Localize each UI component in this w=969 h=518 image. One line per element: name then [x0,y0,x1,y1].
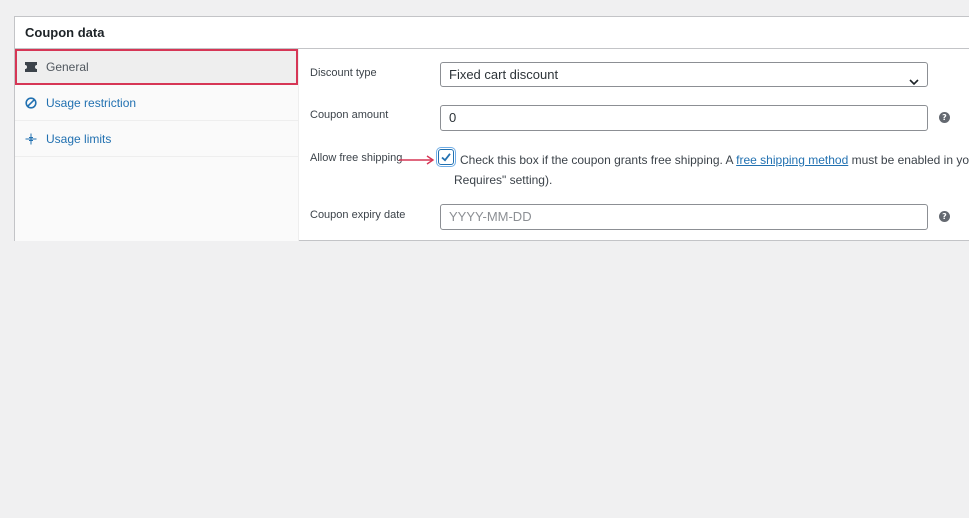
coupon-tabs-sidebar: General Usage restriction Usage limits [15,49,299,241]
coupon-amount-help-icon[interactable]: ? [939,112,950,123]
restriction-icon [24,96,38,110]
free-shipping-desc-line2: Requires" setting). [454,173,553,187]
expiry-date-label: Coupon expiry date [310,209,406,221]
tab-usage-limits-label: Usage limits [46,131,112,146]
panel-title: Coupon data [15,17,969,49]
free-shipping-label: Allow free shipping [310,152,403,164]
annotation-arrow-icon [399,152,435,170]
checkmark-icon [441,153,451,162]
ticket-icon [24,60,38,74]
expiry-date-help-icon[interactable]: ? [939,211,950,222]
tab-general-label: General [46,59,89,74]
discount-type-value: Fixed cart discount [449,67,559,82]
expiry-date-input[interactable]: YYYY-MM-DD [440,204,928,230]
coupon-data-panel: Coupon data General Usage restriction Us… [14,16,969,241]
chevron-down-icon [909,70,919,93]
free-shipping-desc-after: must be enabled in your shi [851,153,969,167]
coupon-amount-input[interactable]: 0 [440,105,928,131]
general-options: Discount type Fixed cart discount Coupon… [299,49,969,241]
free-shipping-method-link[interactable]: free shipping method [736,153,848,167]
free-shipping-checkbox[interactable] [438,149,454,165]
free-shipping-desc-before: Check this box if the coupon grants free… [460,153,737,167]
tab-usage-restriction[interactable]: Usage restriction [15,85,298,121]
free-shipping-description: Check this box if the coupon grants free… [454,150,969,190]
tab-usage-limits[interactable]: Usage limits [15,121,298,157]
discount-type-label: Discount type [310,67,377,79]
coupon-amount-label: Coupon amount [310,109,389,121]
discount-type-select[interactable]: Fixed cart discount [440,62,928,87]
limits-icon [24,132,38,146]
tab-general[interactable]: General [15,49,298,85]
tab-usage-restriction-label: Usage restriction [46,95,137,110]
